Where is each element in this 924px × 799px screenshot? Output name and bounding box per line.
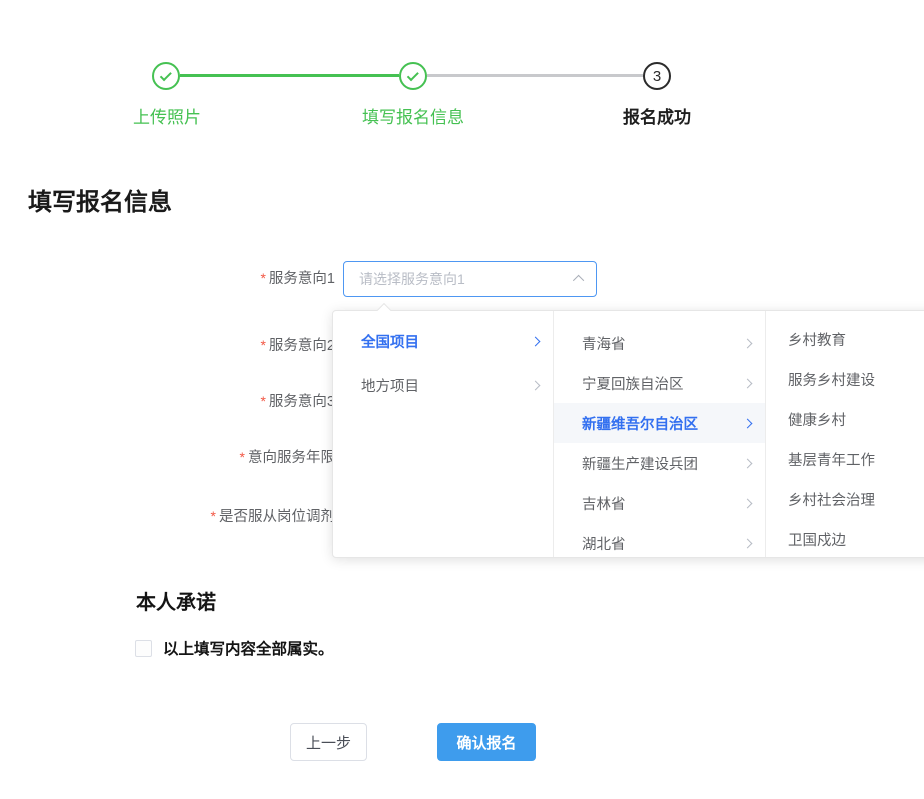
chevron-right-icon [531,336,541,346]
check-icon [159,69,171,81]
promise-section-title: 本人承诺 [136,586,216,615]
required-mark: * [260,270,265,286]
cascader-item-jilin[interactable]: 吉林省 [554,483,765,523]
cascader-item-qinghai[interactable]: 青海省 [554,323,765,363]
cascader-level-1: 全国项目 地方项目 [333,311,554,557]
cascader-item-local-projects[interactable]: 地方项目 [333,363,553,407]
chevron-right-icon [743,378,753,388]
chevron-right-icon [743,418,753,428]
select-placeholder: 请选择服务意向1 [359,269,576,289]
chevron-right-icon [743,538,753,548]
cascader-item-rural-education[interactable]: 乡村教育 [766,319,924,359]
required-mark: * [260,393,265,409]
step-2-label: 填写报名信息 [362,103,464,128]
cascader-item-xinjiang-corps[interactable]: 新疆生产建设兵团 [554,443,765,483]
cascader-level-3: 乡村教育 服务乡村建设 健康乡村 基层青年工作 乡村社会治理 卫国戍边 [766,311,924,557]
field-label-service-intent-1: *服务意向1 [260,268,335,289]
page-title: 填写报名信息 [28,182,172,217]
cascader-level-2: 甘肃省 青海省 宁夏回族自治区 新疆维吾尔自治区 新疆生产建设兵团 吉林省 [554,311,766,557]
field-label-service-years: *意向服务年限 [240,447,335,468]
cascader-item-hubei[interactable]: 湖北省 [554,523,765,557]
step-3-label: 报名成功 [623,103,691,128]
confirm-registration-button[interactable]: 确认报名 [437,723,536,761]
cascader-item-rural-social-governance[interactable]: 乡村社会治理 [766,479,924,519]
previous-step-button[interactable]: 上一步 [290,723,367,761]
required-mark: * [211,508,216,524]
field-label-service-intent-2: *服务意向2 [260,335,335,356]
required-mark: * [240,449,245,465]
cascader-item-gansu[interactable]: 甘肃省 [554,311,765,323]
step-3-circle: 3 [643,62,671,90]
step-1-circle [152,62,180,90]
service-intent-1-select[interactable]: 请选择服务意向1 [343,261,597,297]
check-icon [406,69,418,81]
chevron-right-icon [743,458,753,468]
cascader-item-healthy-village[interactable]: 健康乡村 [766,399,924,439]
registration-page: 3 上传照片 填写报名信息 报名成功 填写报名信息 *服务意向1 *服务意向2 … [0,0,924,799]
agreement-checkbox[interactable] [135,640,152,657]
cascader-item-serve-rural-construction[interactable]: 服务乡村建设 [766,359,924,399]
cascader-item-national-projects[interactable]: 全国项目 [333,319,553,363]
step-3-number: 3 [653,68,661,85]
cascader-item-ningxia[interactable]: 宁夏回族自治区 [554,363,765,403]
agreement-label: 以上填写内容全部属实。 [163,637,334,659]
agreement-row[interactable]: 以上填写内容全部属实。 [135,637,334,659]
chevron-right-icon [531,380,541,390]
required-mark: * [260,337,265,353]
cascader-dropdown: 全国项目 地方项目 甘肃省 青海省 宁夏回族自治区 新疆维吾尔自治区 [332,310,924,558]
cascader-item-xinjiang[interactable]: 新疆维吾尔自治区 [554,403,765,443]
step-connector-1-2 [180,74,399,77]
field-label-accept-adjustment: *是否服从岗位调剂 [211,506,335,527]
step-connector-2-3 [427,74,643,77]
step-2-circle [399,62,427,90]
chevron-right-icon [743,338,753,348]
field-label-service-intent-3: *服务意向3 [260,391,335,412]
cascader-item-grassroots-youth-work[interactable]: 基层青年工作 [766,439,924,479]
chevron-right-icon [743,498,753,508]
cascader-item-border-defense[interactable]: 卫国戍边 [766,519,924,557]
step-1-label: 上传照片 [133,103,201,128]
